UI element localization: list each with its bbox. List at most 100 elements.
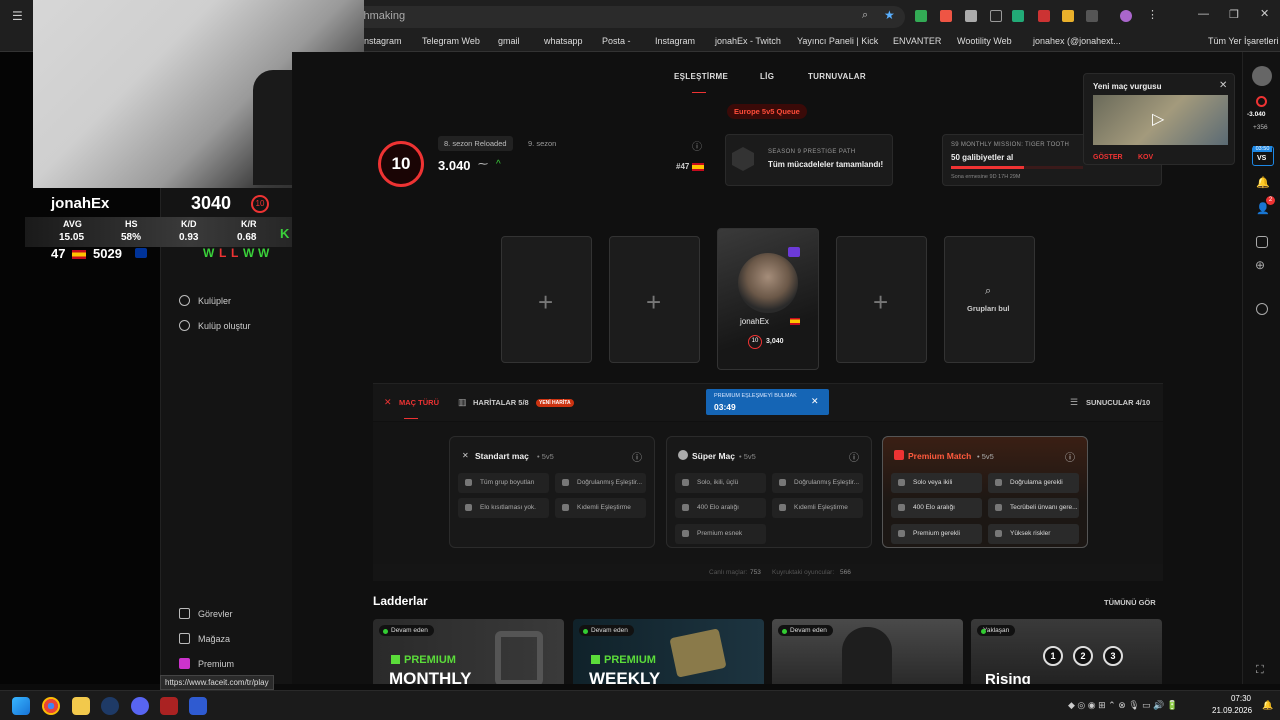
level-icon <box>1256 96 1267 107</box>
mode-title: Standart maç <box>475 451 529 461</box>
bookmark[interactable]: gmail <box>498 36 520 46</box>
tray-icons[interactable]: ◆ ◎ ◉ ⊞ ⌃ ⊗ 🎙 ▭ 🔊 🔋 <box>1068 700 1178 711</box>
mode-title: Süper Maç <box>692 451 735 461</box>
ladder-card[interactable]: Yaklaşan 1 2 3 Rising <box>971 619 1162 684</box>
tab-match-type[interactable]: MAÇ TÜRÜ <box>399 398 439 407</box>
highlight-thumbnail[interactable]: ▷ <box>1093 95 1228 145</box>
mode-card-super[interactable]: Süper Maç • 5v5 ⓘ Solo, ikili, üçlü Doğr… <box>666 436 872 548</box>
chrome-icon[interactable] <box>42 697 60 715</box>
super-match-icon <box>678 450 688 460</box>
recent-result: L <box>231 246 239 260</box>
ladder-card[interactable]: Devam eden PREMIUM MONTHLY <box>373 619 564 684</box>
extension-icon[interactable] <box>915 10 927 22</box>
bookmark[interactable]: ENVANTER <box>893 36 941 46</box>
clock-date[interactable]: 21.09.2026 <box>1212 706 1252 715</box>
cancel-search-icon[interactable]: ✕ <box>811 396 819 407</box>
info-icon[interactable]: ⓘ <box>849 449 859 464</box>
steam-icon[interactable] <box>101 697 119 715</box>
extension-icon[interactable] <box>940 10 952 22</box>
bookmark[interactable]: Instagram <box>655 36 695 46</box>
prestige-card[interactable]: SEASON 9 PRESTIGE PATH Tüm mücadeleler t… <box>725 134 893 186</box>
restore-icon[interactable]: ❐ <box>1229 8 1239 21</box>
menu-icon[interactable]: ☰ <box>12 9 23 23</box>
queue-rail-button[interactable]: 03:50 VS <box>1252 146 1274 166</box>
info-icon[interactable]: ⓘ <box>1065 449 1075 464</box>
active-tab-indicator <box>404 418 418 419</box>
searching-banner[interactable]: PREMIUM EŞLEŞMEYİ BULMAK 03:49 ✕ <box>706 389 829 415</box>
bookmark[interactable]: jonahEx - Twitch <box>715 36 781 46</box>
extension-icon[interactable] <box>1012 10 1024 22</box>
puzzle-icon[interactable] <box>1086 10 1098 22</box>
tab-tournaments[interactable]: TURNUVALAR <box>808 72 866 81</box>
overlay-username: jonahEx <box>51 195 110 212</box>
crosshair-icon: ✕ <box>384 397 392 407</box>
address-bar[interactable]: chmaking <box>330 6 905 28</box>
search-icon[interactable]: ⌕ <box>862 9 868 22</box>
bookmark[interactable]: jonahex (@jonahext... <box>1033 36 1121 46</box>
extension-icon[interactable] <box>990 10 1002 22</box>
bookmark[interactable]: Posta - <box>602 36 631 46</box>
avatar[interactable] <box>1252 66 1272 86</box>
find-groups-slot[interactable]: ⌕ Grupları bul <box>944 236 1035 363</box>
bell-icon[interactable]: 🔔 <box>1256 176 1270 189</box>
tab-matchmaking[interactable]: EŞLEŞTİRME <box>674 72 728 81</box>
app-icon[interactable] <box>160 697 178 715</box>
overlay-rank: 47 <box>51 246 66 261</box>
tab-maps[interactable]: HARİTALAR 5/8 <box>473 398 529 407</box>
mode-feature: 400 Elo aralığı <box>675 498 766 518</box>
extension-icon[interactable] <box>1038 10 1050 22</box>
sidebar-item-create-club[interactable]: Kulüp oluştur <box>179 320 251 331</box>
season-tag[interactable]: 9. sezon <box>522 136 562 151</box>
tab-servers[interactable]: SUNUCULAR 4/10 <box>1086 398 1150 407</box>
mode-card-premium[interactable]: Premium Match • 5v5 ⓘ Solo veya ikili Do… <box>882 436 1088 548</box>
invite-slot[interactable]: + <box>501 236 592 363</box>
bookmark[interactable]: Telegram Web <box>422 36 480 46</box>
player-card[interactable]: jonahEx 10 3,040 <box>717 228 819 370</box>
rail-timer: 03:50 <box>1253 146 1272 152</box>
settings-icon[interactable] <box>1256 303 1268 315</box>
missions-icon <box>179 608 190 619</box>
sidebar-item-shop[interactable]: Mağaza <box>179 633 230 644</box>
info-icon[interactable]: ⓘ <box>632 449 642 464</box>
plus-circle-icon[interactable]: ⊕ <box>1255 258 1265 272</box>
expand-icon[interactable]: ⛶ <box>1256 664 1264 677</box>
close-icon[interactable]: ✕ <box>1219 80 1227 91</box>
ladder-card[interactable]: Devam eden PREMIUM WEEKLY <box>573 619 764 684</box>
tab-league[interactable]: LİG <box>760 72 774 81</box>
discord-icon[interactable] <box>131 697 149 715</box>
kebab-menu-icon[interactable]: ⋮ <box>1147 8 1158 21</box>
minimize-icon[interactable]: — <box>1198 8 1209 20</box>
party-icon[interactable] <box>1256 236 1268 248</box>
bookmark[interactable]: whatsapp <box>544 36 583 46</box>
file-explorer-icon[interactable] <box>72 697 90 715</box>
windows-start-icon[interactable] <box>12 697 30 715</box>
mode-card-standard[interactable]: ✕ Standart maç • 5v5 ⓘ Tüm grup boyutlar… <box>449 436 655 548</box>
sidebar-item-premium[interactable]: Premium <box>179 658 234 669</box>
clock-time[interactable]: 07:30 <box>1225 694 1251 703</box>
dismiss-button[interactable]: KOV <box>1138 154 1153 161</box>
sidebar-item-clubs[interactable]: Kulüpler <box>179 295 231 306</box>
app-icon[interactable] <box>189 697 207 715</box>
bookmark[interactable]: Wootility Web <box>957 36 1012 46</box>
search-icon: ⌕ <box>985 285 992 297</box>
mode-feature: Doğrulanmış Eşleştir... <box>772 473 863 493</box>
notification-center-icon[interactable]: 🔔 <box>1262 700 1273 711</box>
extension-icon[interactable] <box>965 10 977 22</box>
sidebar-item-missions[interactable]: Görevler <box>179 608 233 619</box>
bookmark[interactable]: nstagram <box>364 36 402 46</box>
all-bookmarks[interactable]: Tüm Yer İşaretleri <box>1208 36 1279 46</box>
season-tag[interactable]: 8. sezon Reloaded <box>438 136 513 151</box>
bookmark[interactable]: Yayıncı Paneli | Kick <box>797 36 878 46</box>
invite-slot[interactable]: + <box>609 236 700 363</box>
close-icon[interactable]: ✕ <box>1260 7 1269 20</box>
ladder-card[interactable]: Devam eden <box>772 619 963 684</box>
invite-slot[interactable]: + <box>836 236 927 363</box>
crosshair-icon: ✕ <box>462 451 469 460</box>
stat-value: 0.93 <box>179 232 199 243</box>
info-icon[interactable]: ⓘ <box>692 138 702 153</box>
show-button[interactable]: GÖSTER <box>1093 154 1123 161</box>
extension-icon[interactable] <box>1062 10 1074 22</box>
see-all-link[interactable]: TÜMÜNÜ GÖR <box>1104 598 1156 607</box>
avatar[interactable] <box>1120 10 1132 22</box>
star-icon[interactable]: ★ <box>884 8 895 22</box>
